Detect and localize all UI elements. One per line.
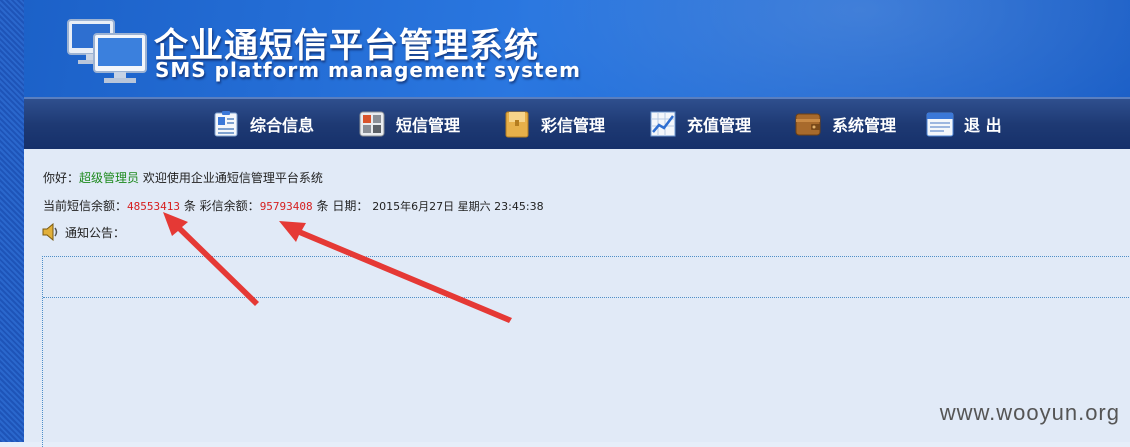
nav-item-system[interactable]: 系统管理 bbox=[794, 108, 896, 140]
notice-label: 通知公告： bbox=[65, 225, 126, 240]
nav-label: 充值管理 bbox=[687, 116, 752, 135]
sms-balance-label: 当前短信余额： bbox=[43, 199, 128, 213]
welcome-message: 欢迎使用企业通短信管理平台系统 bbox=[142, 171, 323, 185]
profile-card-icon bbox=[214, 111, 238, 137]
speaker-icon bbox=[42, 223, 58, 241]
window-icon bbox=[926, 112, 954, 137]
welcome-line: 你好：超级管理员 欢迎使用企业通短信管理平台系统 bbox=[43, 169, 323, 186]
nav-item-recharge[interactable]: 充值管理 bbox=[649, 108, 751, 140]
notice-divider bbox=[43, 297, 1130, 298]
header-banner: 企业通短信平台管理系统 SMS platform management syst… bbox=[24, 0, 1130, 97]
nav-label: 综合信息 bbox=[250, 116, 315, 135]
grid-tiles-icon bbox=[359, 111, 385, 137]
nav-item-overview[interactable]: 综合信息 bbox=[212, 108, 314, 140]
chart-icon bbox=[650, 111, 676, 137]
header-glow bbox=[510, 0, 1130, 97]
sms-balance-unit: 条 bbox=[183, 199, 196, 213]
date-label: 日期： bbox=[332, 199, 369, 213]
date-value: 2015年6月27日 星期六 23:45:38 bbox=[372, 200, 544, 213]
user-role-link[interactable]: 超级管理员 bbox=[79, 171, 139, 185]
sms-balance-value: 48553413 bbox=[127, 200, 180, 213]
nav-label: 退 出 bbox=[964, 116, 1002, 135]
mms-balance-label: 彩信余额： bbox=[199, 199, 260, 213]
left-decor-strip bbox=[0, 0, 24, 442]
nav-item-logout[interactable]: 退 出 bbox=[926, 108, 1002, 140]
greeting-text: 你好： bbox=[43, 171, 80, 185]
nav-label: 系统管理 bbox=[832, 116, 897, 135]
nav-item-mms[interactable]: 彩信管理 bbox=[503, 108, 605, 140]
app-subtitle: SMS platform management system bbox=[155, 58, 581, 82]
mms-balance-value: 95793408 bbox=[259, 200, 313, 213]
monitor-logo-icon bbox=[67, 19, 147, 83]
main-content: 你好：超级管理员 欢迎使用企业通短信管理平台系统 当前短信余额：48553413… bbox=[24, 149, 1130, 447]
nav-item-sms[interactable]: 短信管理 bbox=[358, 108, 460, 140]
main-nav: 综合信息 短信管理 彩信管理 充值管理 系统管理 退 出 bbox=[24, 97, 1130, 149]
wallet-icon bbox=[795, 113, 821, 136]
nav-label: 彩信管理 bbox=[541, 116, 606, 135]
nav-label: 短信管理 bbox=[396, 116, 461, 135]
notice-line: 通知公告： bbox=[41, 223, 125, 241]
folder-icon bbox=[505, 111, 529, 138]
mms-balance-unit: 条 bbox=[316, 199, 329, 213]
watermark-text: www.wooyun.org bbox=[939, 400, 1120, 425]
balance-line: 当前短信余额：48553413 条 彩信余额：95793408 条 日期： 20… bbox=[43, 197, 544, 214]
